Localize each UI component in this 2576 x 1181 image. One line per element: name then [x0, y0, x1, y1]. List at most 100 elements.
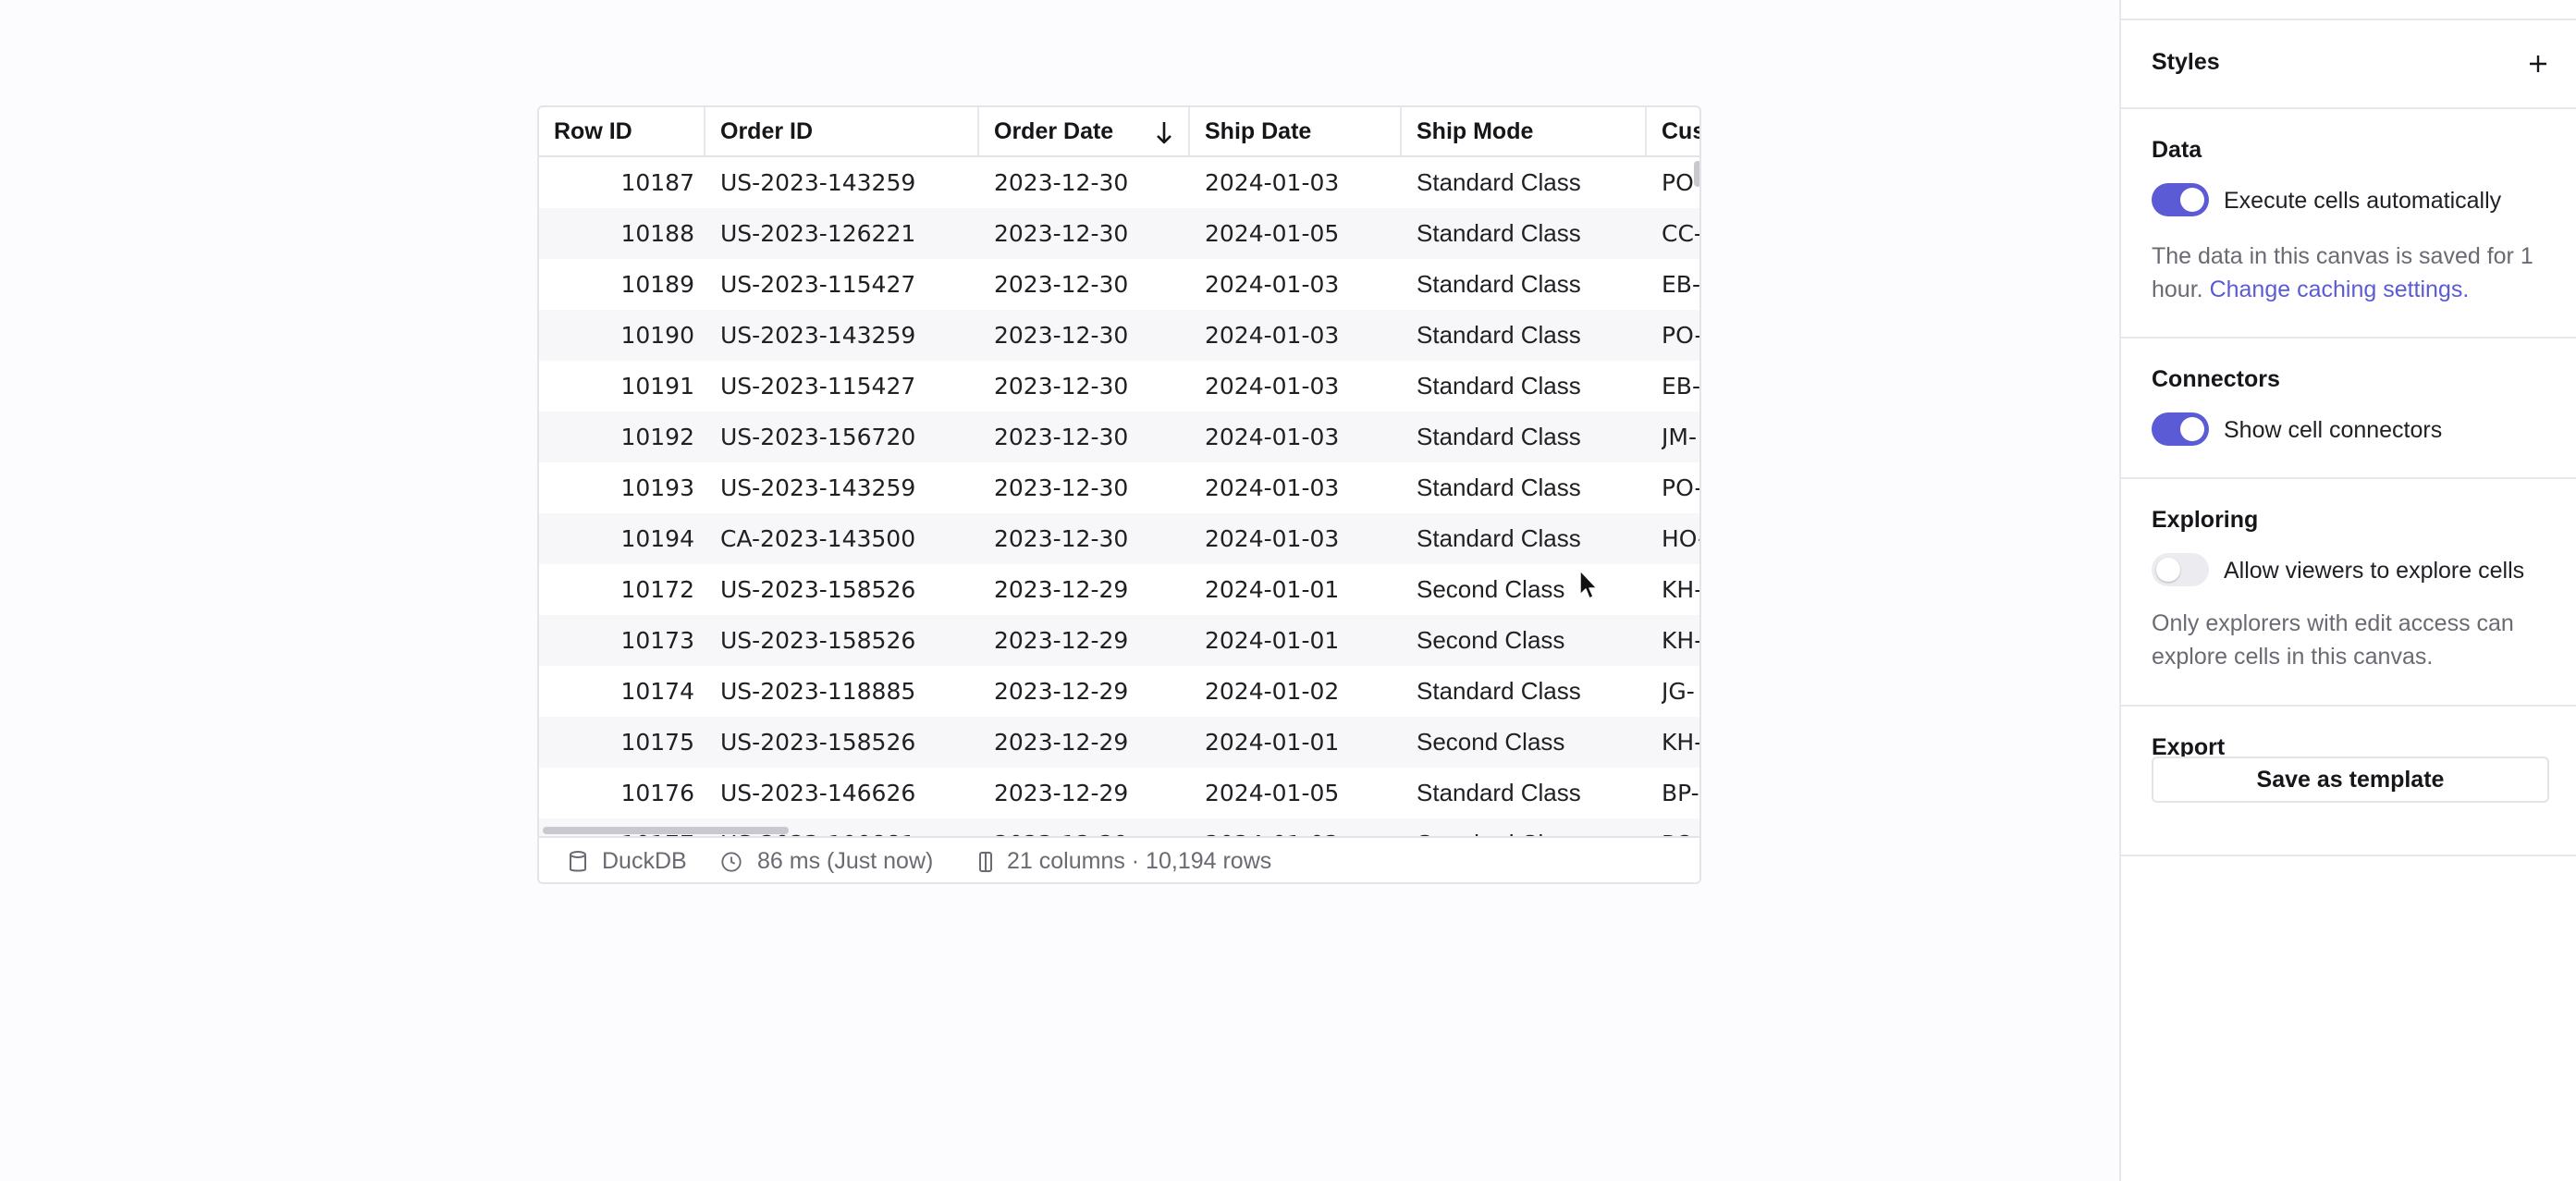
cell-customer[interactable]: JM-: [1662, 412, 1699, 462]
cell-order-id[interactable]: US-2023-115427: [720, 259, 970, 310]
table-row[interactable]: 10192 US-2023-156720 2023-12-30 2024-01-03 S…: [539, 412, 1699, 462]
cell-customer[interactable]: KH-: [1662, 615, 1699, 666]
table-cell[interactable]: Row ID Order ID Order Date Ship Date Shi…: [537, 105, 1701, 884]
cell-row-id[interactable]: 10192: [539, 412, 694, 462]
cell-order-id[interactable]: US-2023-143259: [720, 462, 970, 513]
cell-ship-date[interactable]: 2024-01-05: [1205, 208, 1394, 259]
show-connectors-toggle[interactable]: [2152, 412, 2209, 446]
table-row[interactable]: 10173 US-2023-158526 2023-12-29 2024-01-01 S…: [539, 615, 1699, 666]
cell-ship-mode[interactable]: Standard Class: [1417, 768, 1638, 818]
table-row[interactable]: 10172 US-2023-158526 2023-12-29 2024-01-01 S…: [539, 564, 1699, 615]
cell-order-id[interactable]: US-2023-115427: [720, 361, 970, 412]
change-caching-settings-link[interactable]: Change caching settings.: [2210, 277, 2470, 302]
cell-order-id[interactable]: US-2023-158526: [720, 717, 970, 768]
cell-ship-mode[interactable]: Standard Class: [1417, 462, 1638, 513]
cell-order-date[interactable]: 2023-12-29: [994, 564, 1184, 615]
cell-row-id[interactable]: 10188: [539, 208, 694, 259]
cell-ship-date[interactable]: 2024-01-03: [1205, 157, 1394, 208]
cell-ship-date[interactable]: 2024-01-03: [1205, 310, 1394, 361]
cell-ship-date[interactable]: 2024-01-03: [1205, 412, 1394, 462]
column-header-ship-date[interactable]: Ship Date: [1190, 107, 1402, 155]
cell-row-id[interactable]: 10190: [539, 310, 694, 361]
cell-row-id[interactable]: 10173: [539, 615, 694, 666]
cell-order-date[interactable]: 2023-12-30: [994, 157, 1184, 208]
cell-ship-mode[interactable]: Second Class: [1417, 717, 1638, 768]
allow-explore-toggle[interactable]: [2152, 553, 2209, 586]
cell-ship-mode[interactable]: Standard Class: [1417, 818, 1638, 836]
column-header-customer[interactable]: Cus: [1647, 107, 1699, 155]
column-header-row-id[interactable]: Row ID: [539, 107, 705, 155]
cell-row-id[interactable]: 10174: [539, 666, 694, 717]
cell-order-date[interactable]: 2023-12-30: [994, 310, 1184, 361]
cell-order-date[interactable]: 2023-12-29: [994, 666, 1184, 717]
cell-ship-date[interactable]: 2024-01-05: [1205, 768, 1394, 818]
table-row[interactable]: 10174 US-2023-118885 2023-12-29 2024-01-02 S…: [539, 666, 1699, 717]
cell-customer[interactable]: KH-: [1662, 564, 1699, 615]
column-header-order-date[interactable]: Order Date: [979, 107, 1190, 155]
cell-row-id[interactable]: 10187: [539, 157, 694, 208]
cell-customer[interactable]: PO-: [1662, 462, 1699, 513]
table-row[interactable]: 10188 US-2023-126221 2023-12-30 2024-01-05 S…: [539, 208, 1699, 259]
cell-order-id[interactable]: US-2023-126221: [720, 208, 970, 259]
table-row[interactable]: 10190 US-2023-143259 2023-12-30 2024-01-03 S…: [539, 310, 1699, 361]
table-row[interactable]: 10176 US-2023-146626 2023-12-29 2024-01-05 S…: [539, 768, 1699, 818]
cell-order-id[interactable]: US-2023-146626: [720, 768, 970, 818]
column-header-ship-mode[interactable]: Ship Mode: [1402, 107, 1647, 155]
cell-order-date[interactable]: 2023-12-29: [994, 768, 1184, 818]
cell-order-id[interactable]: US-2023-143259: [720, 157, 970, 208]
cell-ship-mode[interactable]: Standard Class: [1417, 666, 1638, 717]
cell-customer[interactable]: JG-: [1662, 666, 1699, 717]
cell-customer[interactable]: PO-: [1662, 818, 1699, 836]
cell-ship-mode[interactable]: Standard Class: [1417, 513, 1638, 564]
cell-ship-mode[interactable]: Standard Class: [1417, 361, 1638, 412]
cell-ship-date[interactable]: 2024-01-03: [1205, 361, 1394, 412]
cell-ship-mode[interactable]: Standard Class: [1417, 259, 1638, 310]
cell-ship-mode[interactable]: Second Class: [1417, 564, 1638, 615]
cell-order-date[interactable]: 2023-12-30: [994, 513, 1184, 564]
cell-ship-date[interactable]: 2024-01-01: [1205, 717, 1394, 768]
cell-customer[interactable]: BP-: [1662, 768, 1699, 818]
column-header-order-id[interactable]: Order ID: [705, 107, 979, 155]
save-as-template-button[interactable]: Save as template: [2152, 757, 2549, 803]
cell-order-date[interactable]: 2023-12-30: [994, 462, 1184, 513]
cell-ship-date[interactable]: 2024-01-03: [1205, 462, 1394, 513]
cell-order-date[interactable]: 2023-12-29: [994, 818, 1184, 836]
cell-order-date[interactable]: 2023-12-30: [994, 412, 1184, 462]
cell-row-id[interactable]: 10176: [539, 768, 694, 818]
data-grid[interactable]: Row ID Order ID Order Date Ship Date Shi…: [539, 107, 1699, 836]
cell-ship-date[interactable]: 2024-01-01: [1205, 615, 1394, 666]
cell-ship-date[interactable]: 2024-01-03: [1205, 259, 1394, 310]
cell-order-date[interactable]: 2023-12-30: [994, 361, 1184, 412]
cell-order-id[interactable]: US-2023-118885: [720, 666, 970, 717]
horizontal-scrollbar[interactable]: [543, 827, 789, 834]
cell-order-id[interactable]: US-2023-143259: [720, 310, 970, 361]
cell-ship-mode[interactable]: Standard Class: [1417, 412, 1638, 462]
cell-order-id[interactable]: US-2023-158526: [720, 564, 970, 615]
cell-row-id[interactable]: 10172: [539, 564, 694, 615]
cell-order-date[interactable]: 2023-12-29: [994, 615, 1184, 666]
cell-order-date[interactable]: 2023-12-30: [994, 259, 1184, 310]
table-row[interactable]: 10193 US-2023-143259 2023-12-30 2024-01-03 S…: [539, 462, 1699, 513]
cell-ship-mode[interactable]: Second Class: [1417, 615, 1638, 666]
cell-customer[interactable]: HO-: [1662, 513, 1699, 564]
execute-automatically-toggle[interactable]: [2152, 183, 2209, 216]
vertical-scrollbar[interactable]: [1694, 161, 1699, 187]
cell-order-id[interactable]: US-2023-156720: [720, 412, 970, 462]
cell-row-id[interactable]: 10191: [539, 361, 694, 412]
cell-ship-date[interactable]: 2024-01-01: [1205, 564, 1394, 615]
cell-ship-date[interactable]: 2024-01-02: [1205, 666, 1394, 717]
table-row[interactable]: 10191 US-2023-115427 2023-12-30 2024-01-03 S…: [539, 361, 1699, 412]
cell-customer[interactable]: EB-: [1662, 361, 1699, 412]
cell-ship-mode[interactable]: Standard Class: [1417, 310, 1638, 361]
cell-ship-date[interactable]: 2024-01-02: [1205, 818, 1394, 836]
table-row[interactable]: 10187 US-2023-143259 2023-12-30 2024-01-03 S…: [539, 157, 1699, 208]
cell-order-date[interactable]: 2023-12-29: [994, 717, 1184, 768]
plus-icon[interactable]: [2526, 52, 2550, 76]
cell-row-id[interactable]: 10194: [539, 513, 694, 564]
table-row[interactable]: 10189 US-2023-115427 2023-12-30 2024-01-03 S…: [539, 259, 1699, 310]
cell-row-id[interactable]: 10175: [539, 717, 694, 768]
cell-ship-mode[interactable]: Standard Class: [1417, 208, 1638, 259]
table-row[interactable]: 10194 CA-2023-143500 2023-12-30 2024-01-03 S…: [539, 513, 1699, 564]
cell-row-id[interactable]: 10193: [539, 462, 694, 513]
cell-customer[interactable]: EB-: [1662, 259, 1699, 310]
